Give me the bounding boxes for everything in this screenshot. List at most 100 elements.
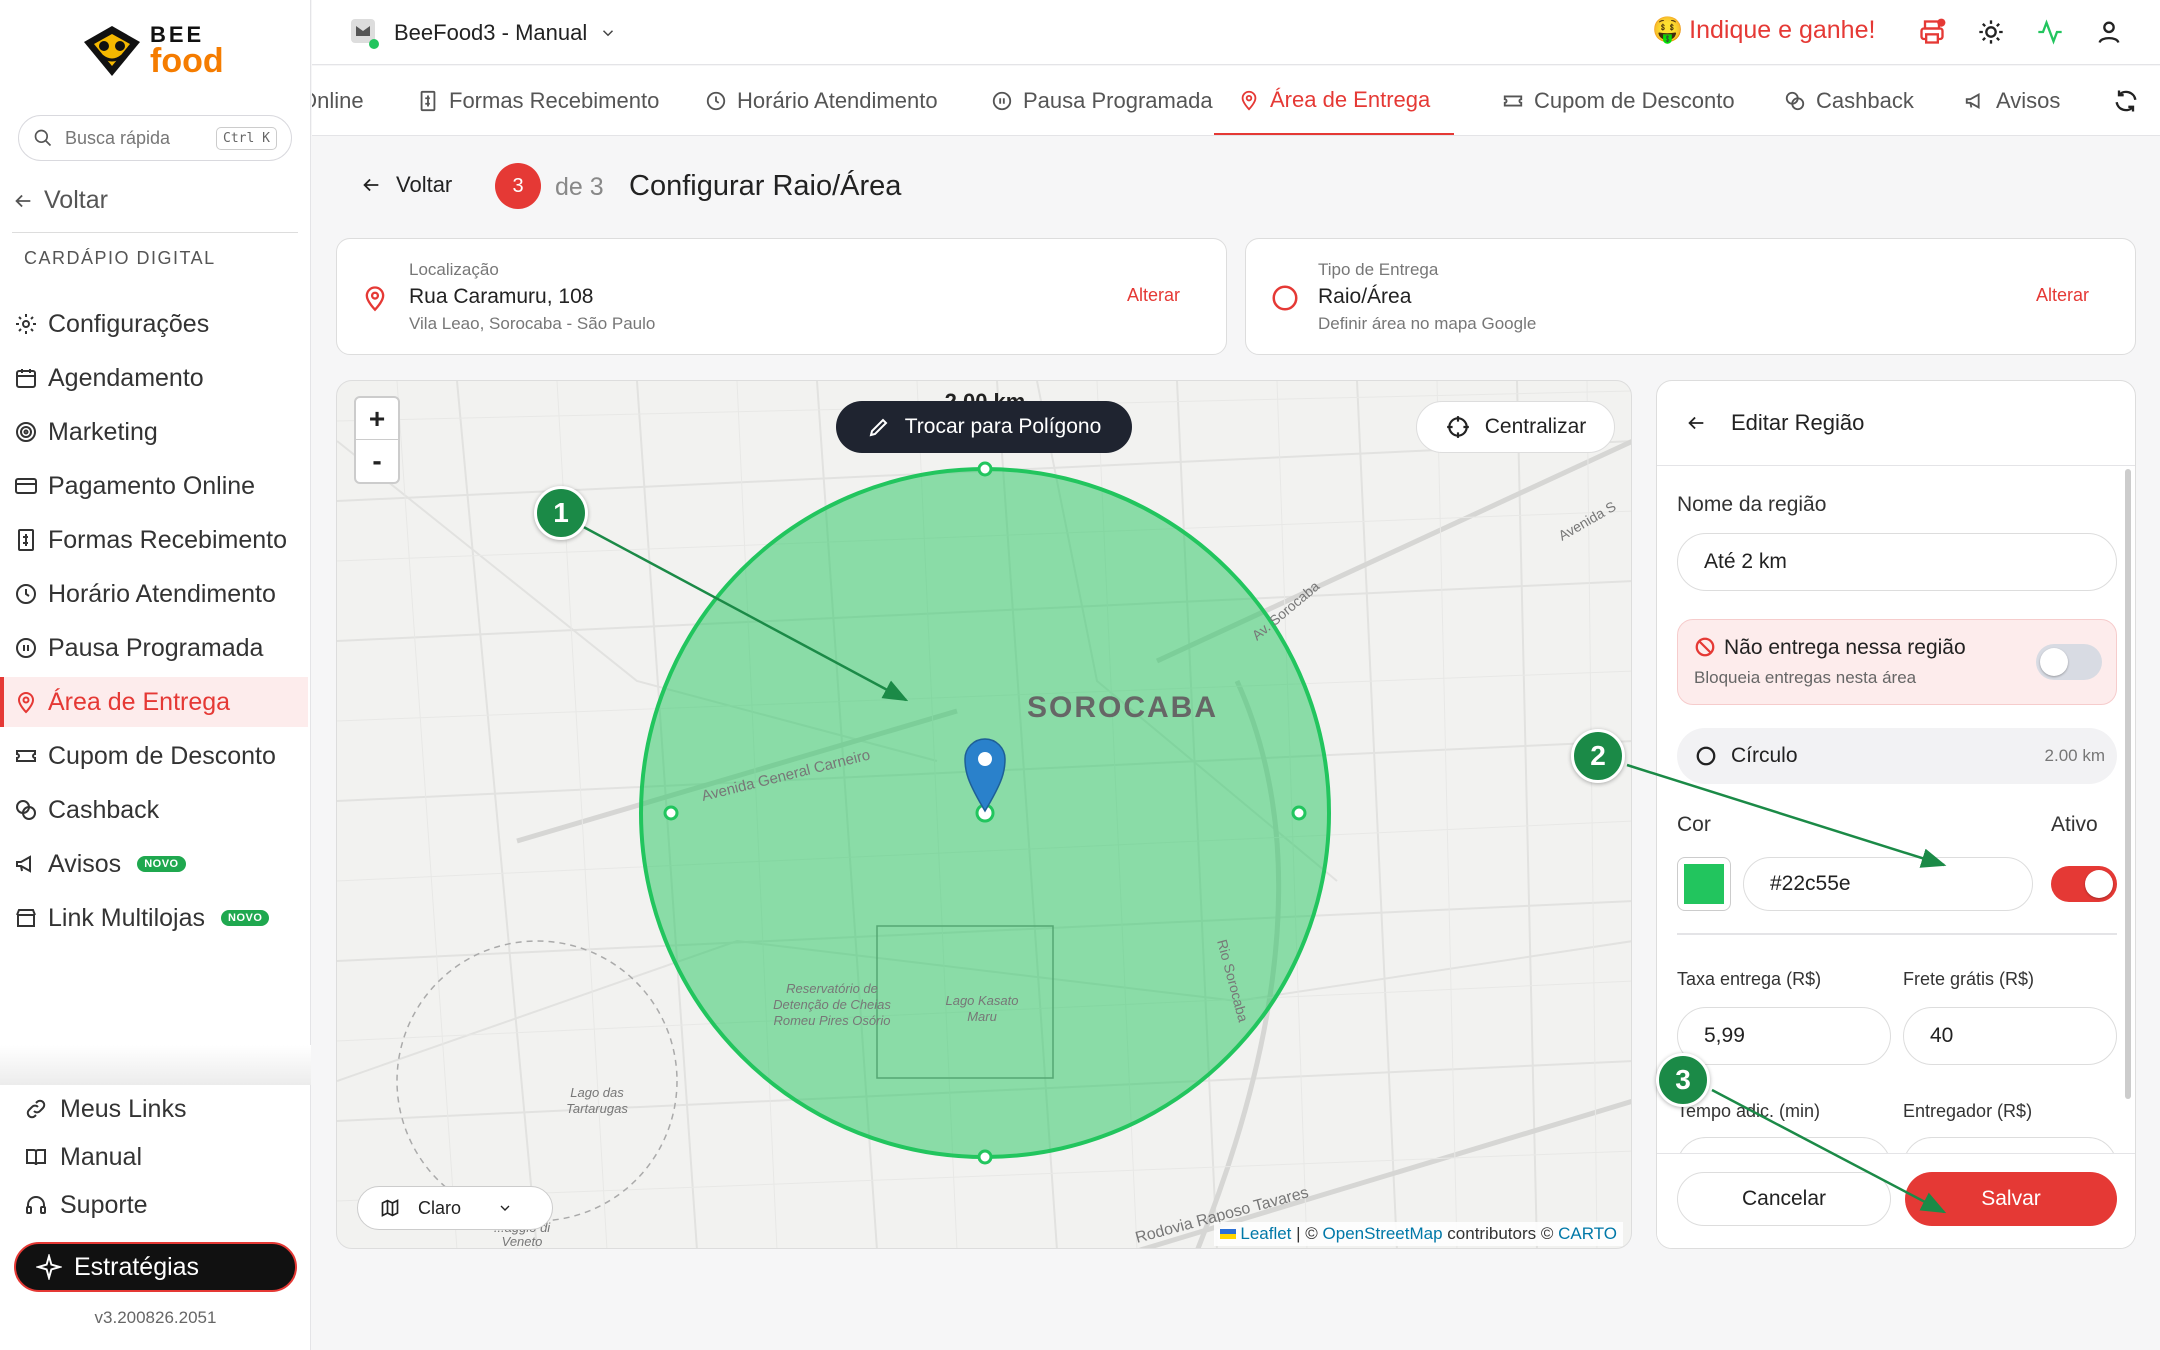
strategies-button[interactable]: Estratégias [14,1242,297,1292]
tab[interactable]: Horário Atendimento [705,66,938,135]
color-swatch[interactable] [1677,857,1731,911]
delivery-type-card: Tipo de Entrega Raio/Área Definir área n… [1245,238,2136,355]
sidebar-bottom-item[interactable]: Suporte [0,1182,308,1228]
sidebar-item[interactable]: Horário Atendimento [0,569,308,619]
shape-circle-option[interactable]: Círculo 2.00 km [1677,728,2117,784]
no-delivery-toggle[interactable] [2036,644,2102,680]
card-icon [15,478,37,494]
switch-to-polygon-button[interactable]: Trocar para Polígono [836,401,1132,453]
radius-handle-bottom[interactable] [977,1149,993,1165]
delivery-type-label: Tipo de Entrega [1318,260,1439,279]
location-address: Rua Caramuru, 108 [409,285,594,308]
beefood-logo[interactable]: BEE food [80,18,240,80]
sidebar-item[interactable]: Avisos NOVO [0,839,308,889]
change-location-button[interactable]: Alterar [1127,285,1180,306]
activity-icon[interactable] [2036,18,2064,46]
sidebar-item[interactable]: Pagamento Online [0,461,308,511]
sidebar-item-label: Formas Recebimento [48,525,287,554]
tab[interactable]: Cupom de Desconto [1502,66,1735,135]
map-style-select[interactable]: Claro [357,1186,553,1230]
center-map-label: Centralizar [1484,415,1587,438]
sidebar-item-label: Marketing [48,417,158,446]
color-label: Cor [1677,813,1711,836]
radius-handle-left[interactable] [663,805,679,821]
active-toggle[interactable] [2051,866,2117,902]
app-version: v3.200826.2051 [94,1308,217,1327]
quick-search-input[interactable]: Busca rápida Ctrl K [18,115,292,161]
sidebar-bottom-item[interactable]: Manual [0,1134,308,1180]
cancel-button[interactable]: Cancelar [1677,1172,1891,1226]
tab-label: Formas Recebimento [449,88,660,113]
user-icon[interactable] [2095,18,2123,46]
no-delivery-title: Não entrega nessa região [1724,636,1966,659]
zoom-in-button[interactable]: + [356,398,398,440]
strategies-label: Estratégias [74,1252,200,1281]
change-delivery-type-button[interactable]: Alterar [2036,285,2089,306]
sidebar-item[interactable]: Cashback [0,785,308,835]
sidebar-item[interactable]: Configurações [0,299,308,349]
panel-header: Editar Região [1657,381,2135,466]
panel-footer: Cancelar Salvar [1657,1153,2135,1248]
radius-handle-top[interactable] [977,461,993,477]
coins-icon [16,800,36,820]
free-shipping-input[interactable]: 40 [1903,1007,2117,1065]
tab-label: Pausa Programada [1023,88,1213,113]
step-back-label: Voltar [396,172,453,197]
arrow-left-icon[interactable] [1685,412,1707,434]
back-label: Voltar [44,186,108,214]
zoom-out-button[interactable]: - [356,440,398,482]
tab[interactable]: Cashback [1784,66,1914,135]
leaflet-link[interactable]: Leaflet [1240,1224,1291,1243]
location-city: Vila Leao, Sorocaba - São Paulo [409,314,656,333]
sidebar-item[interactable]: Formas Recebimento [0,515,308,565]
book-icon [26,1149,46,1166]
pencil-icon [869,418,888,437]
sidebar-item-label: Área de Entrega [48,687,231,716]
back-link[interactable]: Voltar [12,186,108,215]
sidebar-item[interactable]: Link Multilojas NOVO [0,893,308,943]
chevron-down-icon [603,30,614,37]
tab[interactable]: Avisos [1964,66,2060,135]
store-selector[interactable]: BeeFood3 - Manual [348,16,617,50]
sidebar-bottom-item[interactable]: Meus Links [0,1086,308,1132]
step-back-button[interactable]: Voltar [360,172,452,198]
printer-icon[interactable] [1918,18,1946,46]
crosshair-icon [1446,416,1469,438]
sidebar-item-label: Configurações [48,309,210,338]
referral-link[interactable]: 🤑 Indique e ganhe! [1652,16,1875,45]
sidebar-item[interactable]: Cupom de Desconto [0,731,308,781]
sidebar-item-label: Cashback [48,795,160,824]
delivery-map[interactable]: SOROCABA Avenida General Carneiro Rodovi… [336,380,1632,1249]
tab[interactable]: Online [312,66,364,135]
map-street-label: Avenida S [1556,498,1619,544]
sidebar-item[interactable]: Área de Entrega [0,677,308,727]
store-name: BeeFood3 - Manual [394,20,588,45]
panel-scrollbar[interactable] [2125,469,2131,1099]
sidebar-item[interactable]: Marketing [0,407,308,457]
circle-icon [1272,285,1298,311]
carto-link[interactable]: CARTO [1558,1224,1617,1243]
refresh-icon[interactable] [2112,87,2140,115]
map-tiles: SOROCABA Avenida General Carneiro Rodovi… [337,381,1631,1248]
sidebar-item[interactable]: Pausa Programada [0,623,308,673]
sidebar-item[interactable]: Agendamento [0,353,308,403]
tab[interactable]: Área de Entrega [1214,66,1455,135]
map-pin-icon [1241,90,1257,110]
clock-icon [16,584,36,604]
switch-to-polygon-label: Trocar para Polígono [904,415,1102,438]
center-map-button[interactable]: Centralizar [1416,401,1615,453]
save-button[interactable]: Salvar [1905,1172,2117,1226]
fee-input[interactable]: 5,99 [1677,1007,1891,1065]
tab[interactable]: Pausa Programada [991,66,1213,135]
free-shipping-label: Frete grátis (R$) [1903,969,2035,989]
tab[interactable]: Formas Recebimento [417,66,660,135]
region-name-input[interactable]: Até 2 km [1677,533,2117,591]
headset-icon [26,1196,46,1214]
color-hex-input[interactable]: #22c55e [1743,857,2033,911]
osm-link[interactable]: OpenStreetMap [1323,1224,1443,1243]
sidebar-item-label: Pagamento Online [48,471,256,500]
courier-fee-label: Entregador (R$) [1903,1101,2033,1121]
sun-icon[interactable] [1977,18,2005,46]
radius-handle-right[interactable] [1291,805,1307,821]
section-label: CARDÁPIO DIGITAL [24,248,216,268]
